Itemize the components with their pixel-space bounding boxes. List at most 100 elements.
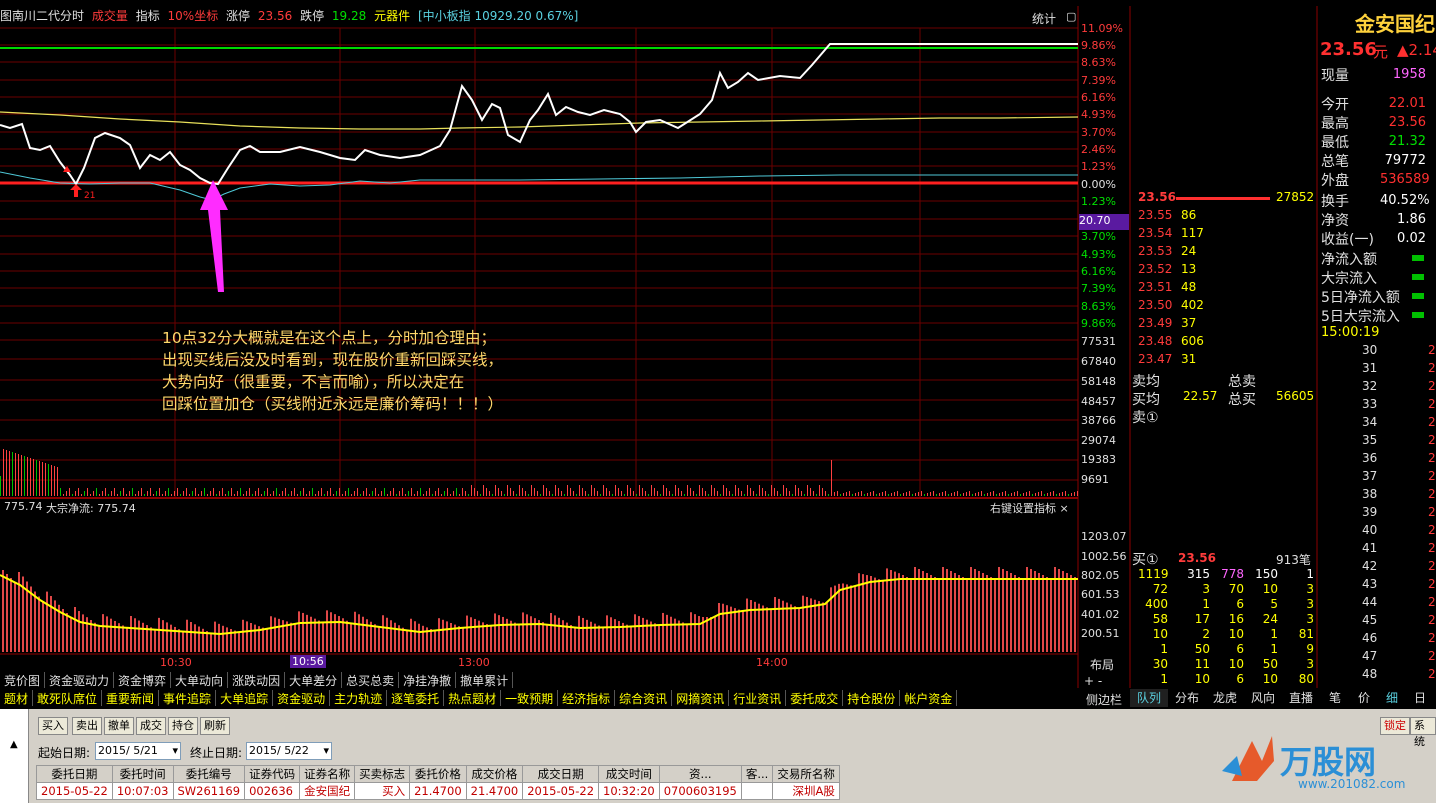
column-header[interactable]: 委托价格 bbox=[409, 765, 467, 783]
queue-cell: 3 bbox=[1202, 582, 1210, 596]
tab-info[interactable]: 委托成交 bbox=[786, 690, 844, 706]
column-header[interactable]: 资... bbox=[658, 765, 742, 783]
tab-info[interactable]: 重要新闻 bbox=[102, 690, 160, 706]
tab-day[interactable]: 日 bbox=[1406, 689, 1434, 707]
volume-bar bbox=[555, 485, 556, 496]
volume-bar bbox=[459, 494, 460, 496]
refresh-button[interactable]: 刷新 bbox=[200, 717, 230, 735]
sell-avg-label: 卖均 bbox=[1132, 374, 1160, 390]
tab-info[interactable]: 综合资讯 bbox=[615, 690, 673, 706]
tab-wind[interactable]: 风向 bbox=[1244, 689, 1282, 707]
table-cell: 0700603195 bbox=[658, 782, 742, 800]
volume-bar bbox=[1029, 491, 1030, 496]
system-button[interactable]: 系统 bbox=[1410, 717, 1436, 748]
tab-dragon[interactable]: 龙虎 bbox=[1206, 689, 1244, 707]
deals-button[interactable]: 成交 bbox=[136, 717, 166, 735]
column-header[interactable]: 成交价格 bbox=[465, 765, 524, 783]
plus-minus-button[interactable]: + - bbox=[1084, 674, 1102, 688]
tab-info[interactable]: 热点题材 bbox=[444, 690, 502, 706]
indicator-bar bbox=[450, 623, 452, 652]
tab-total-buy-sell[interactable]: 总买总卖 bbox=[342, 672, 400, 688]
tab-info[interactable]: 逐笔委托 bbox=[387, 690, 445, 706]
chevron-down-icon[interactable]: ▾ bbox=[323, 743, 329, 759]
tab-fund-drive[interactable]: 资金驱动力 bbox=[45, 672, 115, 688]
axis-label: 8.63% bbox=[1081, 300, 1116, 313]
positions-button[interactable]: 持仓 bbox=[168, 717, 198, 735]
indicator-title[interactable]: 大宗净流: 775.74 bbox=[46, 500, 136, 516]
start-date-field[interactable]: 2015/ 5/21 ▾ bbox=[95, 742, 181, 760]
tab-info[interactable]: 经济指标 bbox=[558, 690, 616, 706]
tab-info[interactable]: 帐户资金 bbox=[900, 690, 958, 706]
column-header[interactable]: 证券名称 bbox=[299, 765, 356, 783]
volume-bar bbox=[159, 488, 160, 496]
cancel-order-button[interactable]: 撤单 bbox=[104, 717, 134, 735]
volume-bar bbox=[540, 494, 541, 496]
column-header[interactable]: 客... bbox=[740, 765, 774, 783]
tab-detail[interactable]: 细 bbox=[1378, 689, 1406, 707]
tick-row-time: 48 bbox=[1362, 667, 1378, 681]
volume-bar bbox=[597, 491, 598, 496]
tab-net-order[interactable]: 净挂净撤 bbox=[399, 672, 457, 688]
tab-big-order[interactable]: 大单动向 bbox=[171, 672, 229, 688]
chevron-up-icon[interactable]: ▲ bbox=[10, 739, 18, 750]
tab-live[interactable]: 直播 bbox=[1282, 689, 1320, 707]
column-header[interactable]: 委托时间 bbox=[111, 765, 174, 783]
volume-bar bbox=[921, 491, 922, 496]
volume-bar bbox=[612, 494, 613, 496]
tab-big-diff[interactable]: 大单差分 bbox=[285, 672, 343, 688]
lock-button[interactable]: 锁定 bbox=[1380, 717, 1410, 735]
layout-button[interactable]: 布局 bbox=[1090, 656, 1114, 673]
tab-info[interactable]: 行业资讯 bbox=[729, 690, 787, 706]
volume-bar bbox=[786, 488, 787, 496]
tab-distribution[interactable]: 分布 bbox=[1168, 689, 1206, 707]
tab-info[interactable]: 网摘资讯 bbox=[672, 690, 730, 706]
queue-cell: 50 bbox=[1262, 657, 1278, 671]
queue-cell: 16 bbox=[1228, 612, 1244, 626]
column-header[interactable]: 交易所名称 bbox=[772, 765, 840, 783]
volume-bar bbox=[300, 491, 301, 496]
indicator-settings[interactable]: 右键设置指标 × bbox=[990, 500, 1069, 516]
tab-change-cause[interactable]: 涨跌动因 bbox=[228, 672, 286, 688]
tab-tick[interactable]: 笔 bbox=[1320, 689, 1350, 707]
column-header[interactable]: 买卖标志 bbox=[354, 765, 411, 783]
volume-bar bbox=[918, 492, 919, 496]
indicator-bar bbox=[218, 623, 220, 652]
buy-button[interactable]: 买入 bbox=[38, 717, 68, 735]
end-date-field[interactable]: 2015/ 5/22 ▾ bbox=[246, 742, 332, 760]
sidebar-button[interactable]: 侧边栏 bbox=[1086, 691, 1122, 708]
indicator-bar bbox=[638, 616, 640, 652]
table-row[interactable]: 2015-05-22 10:07:03 SW261169 002636 金安国纪 买入 21… bbox=[36, 782, 840, 800]
volume-bar bbox=[54, 466, 55, 496]
volume-bar bbox=[837, 491, 838, 496]
tab-cancel-total[interactable]: 撤单累计 bbox=[456, 672, 514, 688]
tab-auction[interactable]: 竞价图 bbox=[0, 672, 46, 688]
volume-bar bbox=[735, 485, 736, 496]
column-header[interactable]: 委托日期 bbox=[36, 765, 113, 783]
indicator-bar bbox=[838, 583, 840, 652]
tab-price[interactable]: 价 bbox=[1350, 689, 1378, 707]
tab-info[interactable]: 事件追踪 bbox=[159, 690, 217, 706]
tab-info[interactable]: 主力轨迹 bbox=[330, 690, 388, 706]
tab-queue[interactable]: 队列 bbox=[1130, 689, 1168, 707]
volume-bar bbox=[561, 491, 562, 496]
sell-button[interactable]: 卖出 bbox=[72, 717, 102, 735]
tab-info[interactable]: 题材 bbox=[0, 690, 34, 706]
volume-bar bbox=[864, 494, 865, 496]
tab-info[interactable]: 一致预期 bbox=[501, 690, 559, 706]
column-header[interactable]: 委托编号 bbox=[172, 765, 246, 783]
tab-fund-game[interactable]: 资金博弈 bbox=[114, 672, 172, 688]
indicator-bar bbox=[298, 611, 300, 652]
column-header[interactable]: 成交日期 bbox=[522, 765, 600, 783]
chevron-down-icon[interactable]: ▾ bbox=[172, 743, 178, 759]
tab-info[interactable]: 持仓股份 bbox=[843, 690, 901, 706]
info-label: 总笔 bbox=[1321, 154, 1349, 170]
axis-label: 0.00% bbox=[1081, 178, 1116, 191]
column-header[interactable]: 成交时间 bbox=[598, 765, 660, 783]
tab-info[interactable]: 资金驱动 bbox=[273, 690, 331, 706]
column-header[interactable]: 证券代码 bbox=[244, 765, 301, 783]
volume-bar bbox=[225, 494, 226, 496]
volume-bar bbox=[723, 485, 724, 496]
tab-info[interactable]: 敢死队席位 bbox=[33, 690, 103, 706]
volume-bar bbox=[807, 485, 808, 496]
tab-info[interactable]: 大单追踪 bbox=[216, 690, 274, 706]
